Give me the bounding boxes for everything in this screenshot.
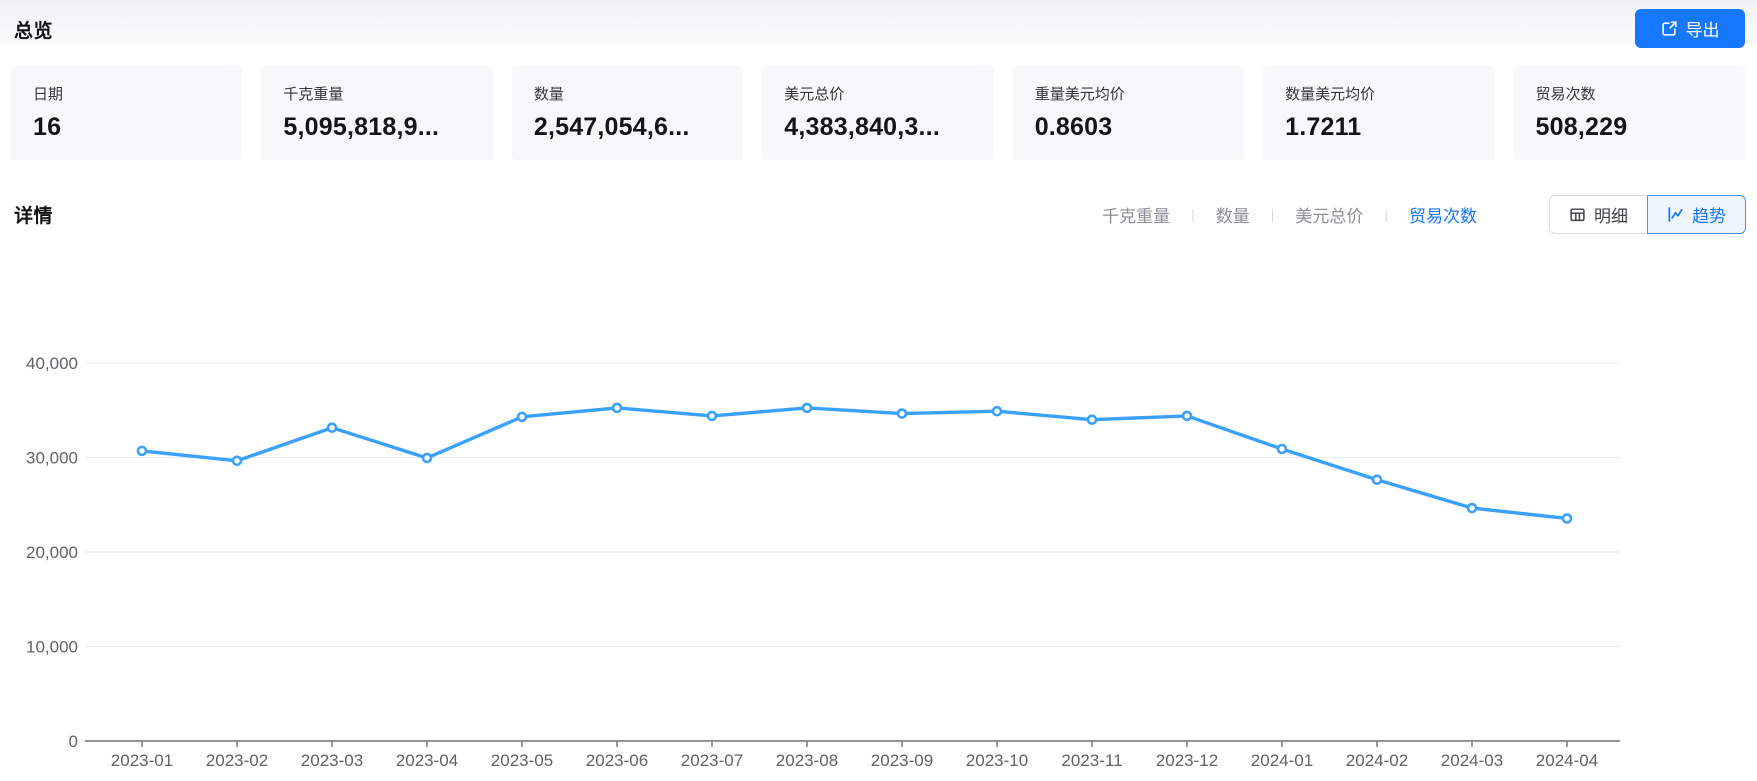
- metric-tab-kg-weight[interactable]: 千克重量: [1081, 202, 1191, 227]
- metric-tab-usd-total[interactable]: 美元总价: [1274, 202, 1384, 227]
- x-axis-tick-label: 2023-08: [776, 751, 838, 770]
- chart-point: [708, 412, 716, 420]
- metric-tab-quantity[interactable]: 数量: [1195, 202, 1271, 227]
- trend-view-label: 趋势: [1692, 202, 1726, 227]
- detail-view-label: 明细: [1594, 202, 1628, 227]
- view-toggle: 明细 趋势: [1549, 195, 1746, 234]
- chart-point: [233, 457, 241, 465]
- card-kg-weight: 千克重量 5,095,818,9...: [261, 66, 492, 160]
- x-axis-tick-label: 2023-07: [681, 751, 743, 770]
- table-icon: [1569, 206, 1586, 223]
- chart-point: [1278, 445, 1286, 453]
- chart-point: [328, 424, 336, 432]
- chart-point: [138, 447, 146, 455]
- x-axis-tick-label: 2024-03: [1441, 751, 1503, 770]
- metric-tabs: 千克重量 | 数量 | 美元总价 | 贸易次数: [1081, 202, 1498, 227]
- line-chart-icon: [1667, 206, 1684, 223]
- chart-point: [518, 413, 526, 421]
- x-axis-tick-label: 2023-06: [586, 751, 648, 770]
- chart-point: [1088, 416, 1096, 424]
- card-label: 重量美元均价: [1035, 83, 1244, 104]
- export-label: 导出: [1686, 16, 1720, 41]
- x-axis-tick-label: 2024-04: [1536, 751, 1598, 770]
- chart-point: [1373, 476, 1381, 484]
- export-button[interactable]: 导出: [1635, 9, 1745, 48]
- chart-point: [898, 410, 906, 418]
- card-value: 5,095,818,9...: [283, 113, 492, 142]
- chart-point: [1183, 412, 1191, 420]
- x-axis-tick-label: 2023-02: [206, 751, 268, 770]
- chart-point: [1563, 514, 1571, 522]
- y-axis-tick-label: 10,000: [26, 638, 78, 657]
- card-trade-count: 贸易次数 508,229: [1514, 66, 1745, 160]
- x-axis-tick-label: 2023-10: [966, 751, 1028, 770]
- y-axis-tick-label: 40,000: [26, 354, 78, 373]
- chart-point: [803, 404, 811, 412]
- x-axis-tick-label: 2023-04: [396, 751, 458, 770]
- y-axis-tick-label: 0: [69, 732, 78, 751]
- card-weight-avg-price: 重量美元均价 0.8603: [1013, 66, 1244, 160]
- summary-cards: 日期 16 千克重量 5,095,818,9... 数量 2,547,054,6…: [11, 66, 1745, 160]
- page-title: 总览: [14, 16, 53, 43]
- export-icon: [1661, 20, 1678, 37]
- header: 总览 导出: [0, 0, 1757, 58]
- details-row: 详情 千克重量 | 数量 | 美元总价 | 贸易次数 明细 趋势: [14, 193, 1746, 235]
- y-axis-tick-label: 20,000: [26, 543, 78, 562]
- card-label: 数量: [534, 83, 743, 104]
- details-title: 详情: [14, 201, 53, 228]
- x-axis-tick-label: 2024-01: [1251, 751, 1313, 770]
- card-date: 日期 16: [11, 66, 242, 160]
- x-axis-tick-label: 2023-01: [111, 751, 173, 770]
- card-quantity-avg-price: 数量美元均价 1.7211: [1263, 66, 1494, 160]
- chart-point: [613, 404, 621, 412]
- card-label: 数量美元均价: [1285, 83, 1494, 104]
- chart-point: [1468, 504, 1476, 512]
- card-value: 1.7211: [1285, 113, 1494, 142]
- chart-point: [993, 407, 1001, 415]
- metric-tab-trade-count[interactable]: 贸易次数: [1388, 202, 1498, 227]
- chart-line: [142, 408, 1567, 519]
- card-label: 贸易次数: [1536, 83, 1745, 104]
- trend-view-button[interactable]: 趋势: [1647, 195, 1746, 234]
- chart-point: [423, 454, 431, 462]
- card-label: 日期: [33, 83, 242, 104]
- x-axis-tick-label: 2023-09: [871, 751, 933, 770]
- y-axis-tick-label: 30,000: [26, 449, 78, 468]
- card-value: 2,547,054,6...: [534, 113, 743, 142]
- card-label: 千克重量: [283, 83, 492, 104]
- x-axis-tick-label: 2023-11: [1061, 751, 1122, 770]
- x-axis-tick-label: 2023-03: [301, 751, 363, 770]
- x-axis-tick-label: 2023-05: [491, 751, 553, 770]
- card-quantity: 数量 2,547,054,6...: [512, 66, 743, 160]
- card-value: 4,383,840,3...: [784, 113, 993, 142]
- x-axis-tick-label: 2023-12: [1156, 751, 1218, 770]
- card-value: 0.8603: [1035, 113, 1244, 142]
- card-usd-total: 美元总价 4,383,840,3...: [762, 66, 993, 160]
- x-axis-tick-label: 2024-02: [1346, 751, 1408, 770]
- card-label: 美元总价: [784, 83, 993, 104]
- detail-view-button[interactable]: 明细: [1549, 195, 1647, 234]
- card-value: 508,229: [1536, 113, 1745, 142]
- card-value: 16: [33, 113, 242, 142]
